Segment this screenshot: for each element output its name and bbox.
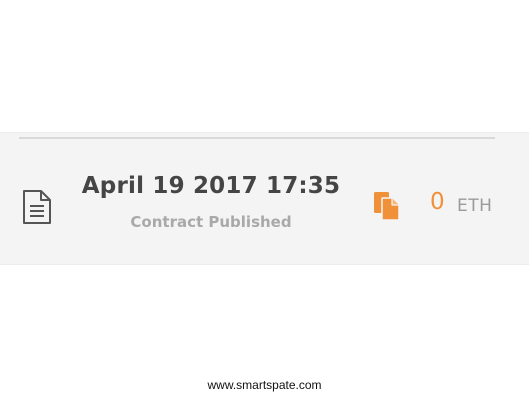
contract-activity-row: April 19 2017 17:35 Contract Published 0… [0, 132, 529, 265]
activity-date: April 19 2017 17:35 [81, 173, 341, 199]
footer-watermark: www.smartspate.com [207, 378, 322, 392]
row-divider [19, 137, 495, 139]
activity-status: Contract Published [130, 213, 292, 231]
currency-label: ETH [457, 196, 493, 216]
document-icon [23, 190, 51, 224]
eth-amount: 0 [430, 189, 445, 215]
copy-icon[interactable] [372, 191, 402, 221]
page: April 19 2017 17:35 Contract Published 0… [0, 0, 529, 396]
